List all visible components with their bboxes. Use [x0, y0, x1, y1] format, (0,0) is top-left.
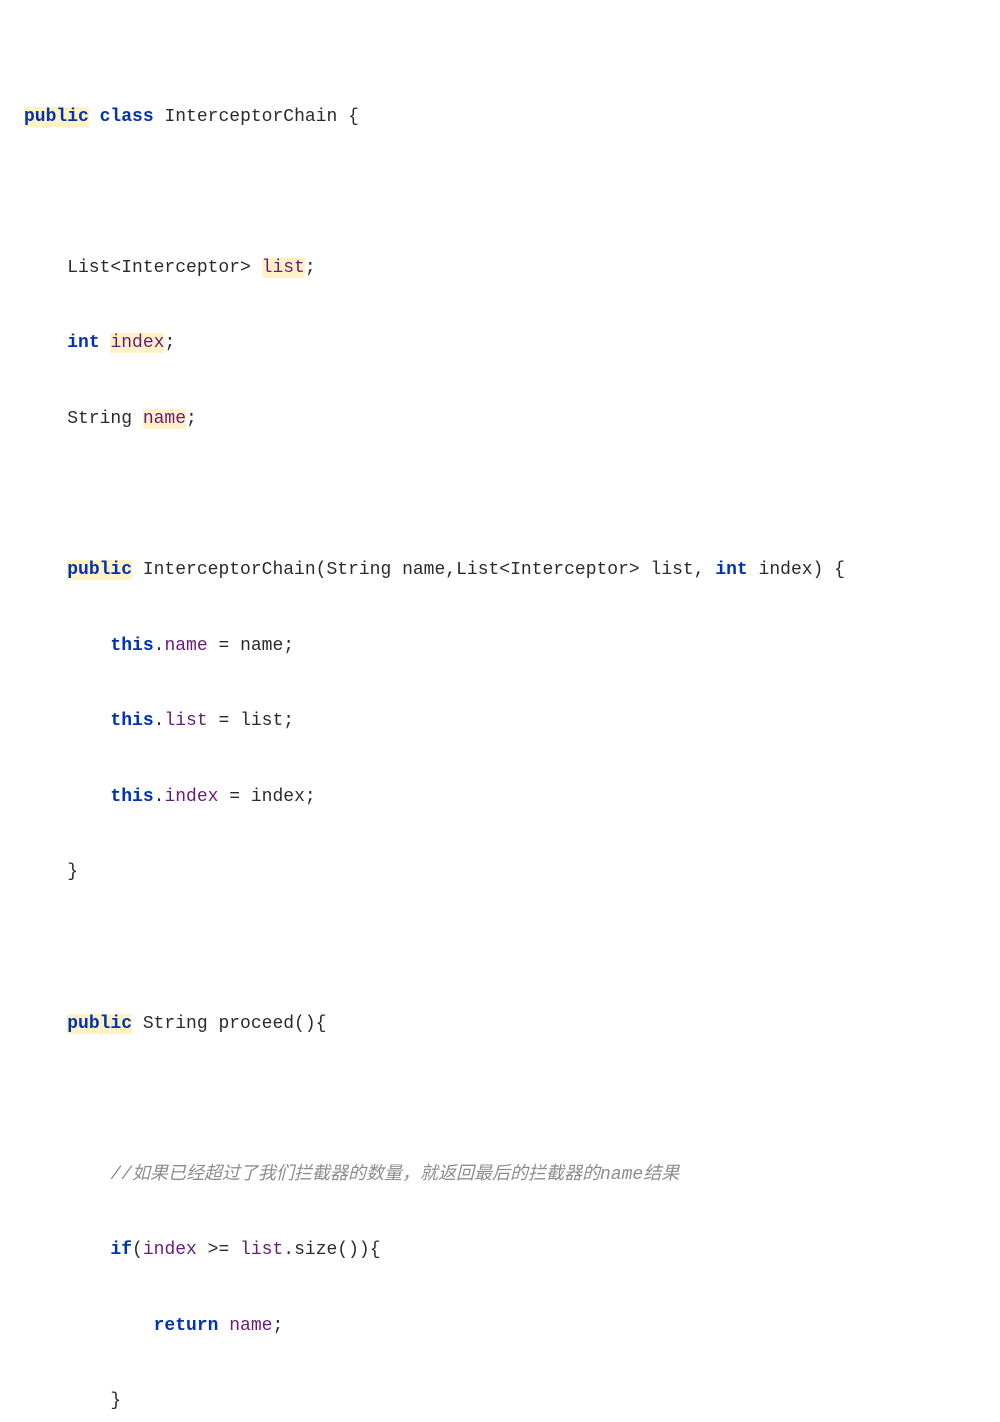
- keyword-int: int: [715, 560, 747, 580]
- code-line: this.index = index;: [24, 785, 1000, 810]
- keyword-class: class: [100, 107, 154, 127]
- code-editor: public class InterceptorChain { List<Int…: [0, 0, 1000, 1422]
- code-line: List<Interceptor> list;: [24, 256, 1000, 281]
- code-line: int index;: [24, 331, 1000, 356]
- code-line: String name;: [24, 407, 1000, 432]
- field-index: index: [110, 333, 164, 353]
- field-name: name: [143, 409, 186, 429]
- code-line: [24, 1087, 1000, 1112]
- keyword-public: public: [24, 107, 89, 127]
- keyword-this: this: [110, 636, 153, 656]
- keyword-return: return: [154, 1316, 219, 1336]
- keyword-this: this: [110, 787, 153, 807]
- field-list: list: [262, 258, 305, 278]
- gutter: [0, 0, 18, 1422]
- code-line: this.list = list;: [24, 709, 1000, 734]
- keyword-public: public: [67, 560, 132, 580]
- keyword-this: this: [110, 711, 153, 731]
- code-line: [24, 936, 1000, 961]
- code-line: if(index >= list.size()){: [24, 1238, 1000, 1263]
- code-line: [24, 180, 1000, 205]
- class-name: InterceptorChain {: [164, 107, 358, 127]
- code-line: }: [24, 860, 1000, 885]
- code-line: }: [24, 1389, 1000, 1414]
- code-line: return name;: [24, 1314, 1000, 1339]
- comment: //如果已经超过了我们拦截器的数量，就返回最后的拦截器的name结果: [24, 1165, 679, 1185]
- keyword-public: public: [67, 1014, 132, 1034]
- code-line: //如果已经超过了我们拦截器的数量，就返回最后的拦截器的name结果: [24, 1163, 1000, 1188]
- keyword-if: if: [110, 1240, 132, 1260]
- keyword-int: int: [67, 333, 99, 353]
- code-line: this.name = name;: [24, 634, 1000, 659]
- code-line: public String proceed(){: [24, 1012, 1000, 1037]
- code-line: public class InterceptorChain {: [24, 105, 1000, 130]
- code-line: public InterceptorChain(String name,List…: [24, 558, 1000, 583]
- code-line: [24, 483, 1000, 508]
